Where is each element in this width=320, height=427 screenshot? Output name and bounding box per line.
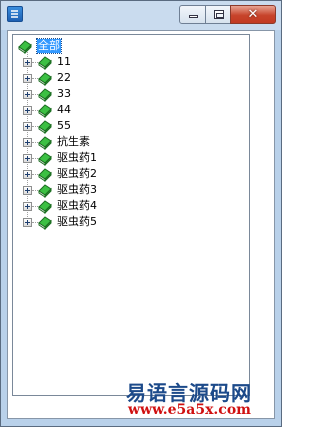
tree-node-label: 驱虫药3 [57, 183, 97, 196]
book-icon [38, 200, 52, 214]
main-window: ✕ 全部 11 22 33 44 55 抗生素 驱虫药1 驱虫药2 驱虫药3 驱虫药4 驱虫药5 易… [0, 0, 282, 427]
book-icon [38, 152, 52, 166]
book-icon [38, 88, 52, 102]
plus-expander-icon[interactable] [23, 138, 32, 147]
plus-expander-icon[interactable] [23, 90, 32, 99]
tree-node-label: 44 [57, 103, 71, 116]
book-icon [38, 168, 52, 182]
tree-view[interactable]: 全部 11 22 33 44 55 抗生素驱虫药1 驱虫药2 驱虫药3 驱虫药4 驱虫药5 [12, 34, 250, 396]
tree-node[interactable]: 11 [13, 54, 243, 70]
title-bar[interactable]: ✕ [1, 1, 281, 30]
plus-expander-icon[interactable] [23, 202, 32, 211]
tree-node[interactable]: 驱虫药4 [13, 198, 243, 214]
tree-node[interactable]: 44 [13, 102, 243, 118]
tree-node[interactable]: 22 [13, 70, 243, 86]
book-icon [38, 120, 52, 134]
plus-expander-icon[interactable] [23, 58, 32, 67]
tree-node[interactable]: 55 [13, 118, 243, 134]
tree-node-label: 抗生素 [57, 135, 90, 148]
tree-node-label: 驱虫药5 [57, 215, 97, 228]
tree-node[interactable]: 驱虫药3 [13, 182, 243, 198]
tree-node-label: 驱虫药1 [57, 151, 97, 164]
tree-node-label: 55 [57, 119, 71, 132]
tree-root-label: 全部 [36, 38, 62, 54]
plus-expander-icon[interactable] [23, 154, 32, 163]
tree-node-label: 驱虫药4 [57, 199, 97, 212]
minimize-button[interactable] [179, 5, 206, 24]
close-icon: ✕ [247, 7, 259, 22]
maximize-button[interactable] [205, 5, 231, 24]
book-icon [38, 104, 52, 118]
tree-node[interactable]: 驱虫药2 [13, 166, 243, 182]
book-icon [38, 72, 52, 86]
book-icon [38, 56, 52, 70]
plus-expander-icon[interactable] [23, 170, 32, 179]
plus-expander-icon[interactable] [23, 218, 32, 227]
minimize-icon [189, 15, 198, 18]
book-icon [38, 216, 52, 230]
plus-expander-icon[interactable] [23, 106, 32, 115]
tree-node[interactable]: 33 [13, 86, 243, 102]
client-area: 全部 11 22 33 44 55 抗生素驱虫药1 驱虫药2 驱虫药3 驱虫药4 驱虫药5 [7, 30, 275, 419]
tree-node[interactable]: 驱虫药1 [13, 150, 243, 166]
book-icon [38, 136, 52, 150]
tree-node-label: 11 [57, 55, 71, 68]
plus-expander-icon[interactable] [23, 186, 32, 195]
book-icon [38, 184, 52, 198]
app-icon[interactable] [7, 6, 23, 22]
restore-icon [214, 10, 224, 19]
tree-node-label: 驱虫药2 [57, 167, 97, 180]
tree-node[interactable]: 抗生素 [13, 134, 243, 150]
tree-node[interactable]: 驱虫药5 [13, 214, 243, 230]
close-button[interactable]: ✕ [230, 5, 276, 24]
tree-root-node[interactable]: 全部 [13, 38, 243, 54]
plus-expander-icon[interactable] [23, 122, 32, 131]
watermark-url: www.e5a5x.com [128, 402, 251, 418]
tree-node-label: 22 [57, 71, 71, 84]
tree-node-label: 33 [57, 87, 71, 100]
book-icon [18, 40, 32, 54]
plus-expander-icon[interactable] [23, 74, 32, 83]
